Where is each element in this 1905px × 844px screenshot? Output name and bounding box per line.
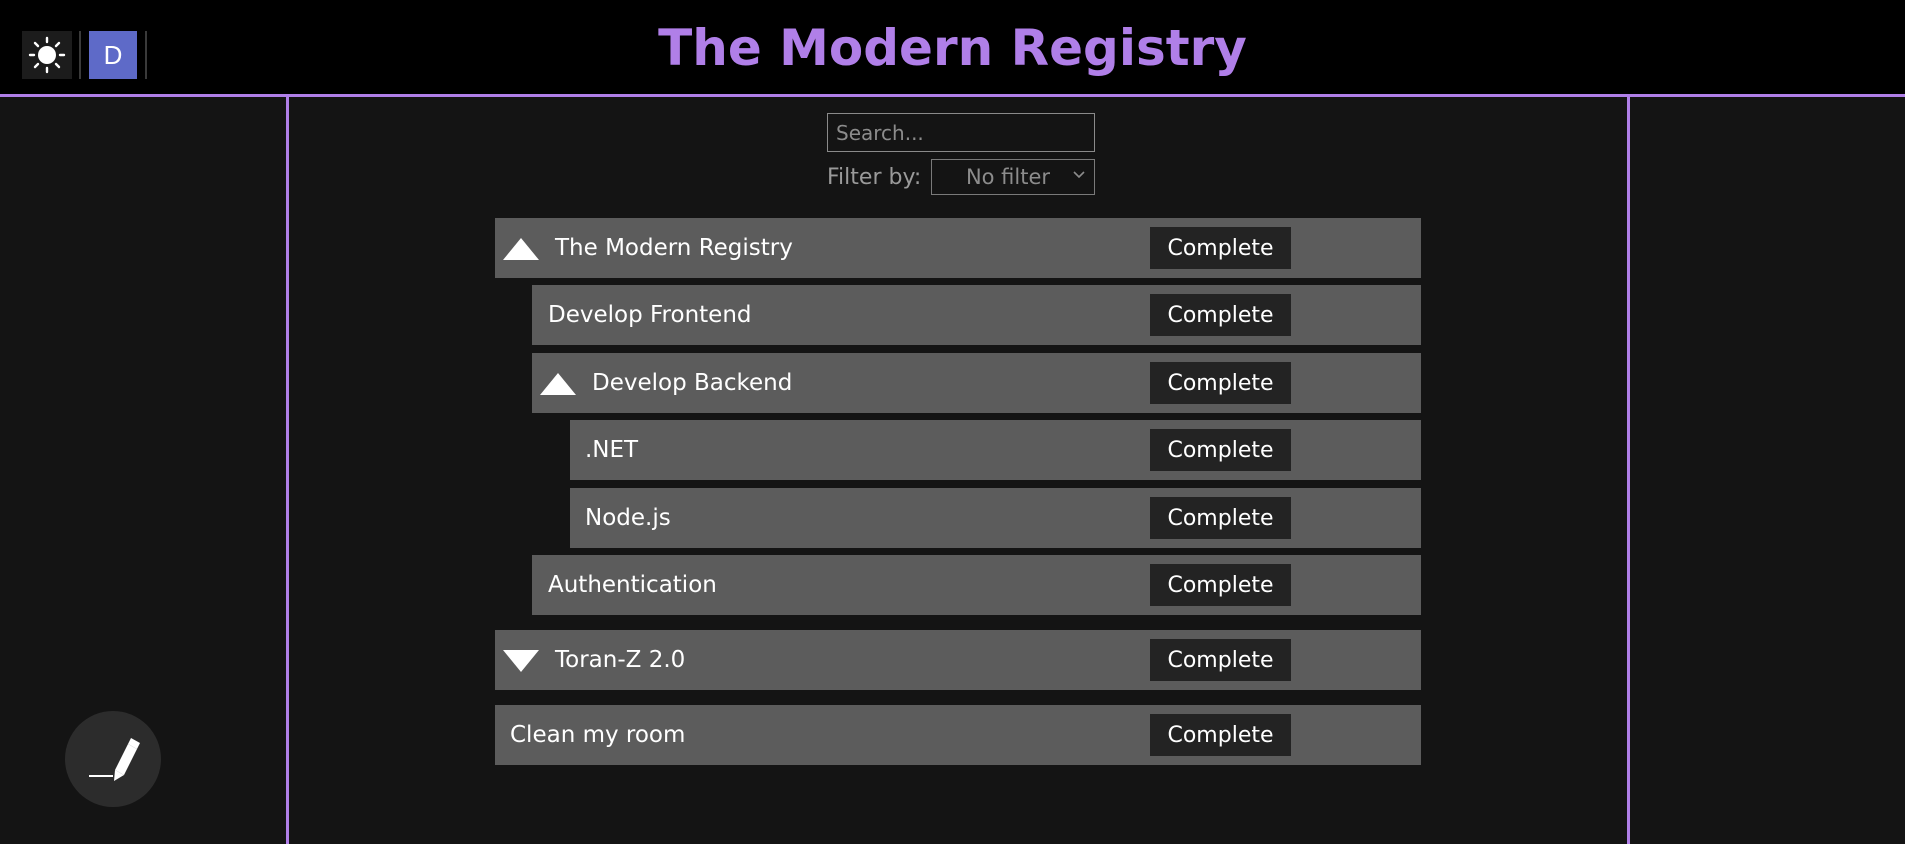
main-panel: Filter by: No filter The Modern Registry… [286, 97, 1630, 844]
task-label: Develop Frontend [548, 302, 752, 328]
task-row: Develop Frontend Complete [532, 285, 1421, 345]
task-label: The Modern Registry [555, 235, 793, 261]
new-task-button[interactable] [65, 711, 161, 807]
expand-arrow-icon[interactable] [503, 648, 539, 672]
page-title: The Modern Registry [658, 19, 1247, 77]
filter-selected-value: No filter [965, 165, 1051, 189]
complete-button[interactable]: Complete [1150, 362, 1291, 404]
pen-icon [89, 738, 140, 781]
app-header: D The Modern Registry [0, 0, 1905, 97]
complete-button[interactable]: Complete [1150, 714, 1291, 756]
task-label: .NET [585, 437, 639, 463]
task-row: Clean my room Complete [495, 705, 1421, 765]
task-row: Node.js Complete [570, 488, 1421, 548]
complete-button[interactable]: Complete [1150, 294, 1291, 336]
task-label: Develop Backend [592, 370, 793, 396]
task-label: Authentication [548, 572, 717, 598]
task-label: Clean my room [510, 722, 686, 748]
complete-button[interactable]: Complete [1150, 497, 1291, 539]
task-row: The Modern Registry Complete [495, 218, 1421, 278]
complete-button[interactable]: Complete [1150, 429, 1291, 471]
filter-select[interactable]: No filter [931, 159, 1095, 195]
task-row: Authentication Complete [532, 555, 1421, 615]
complete-button[interactable]: Complete [1150, 564, 1291, 606]
complete-button[interactable]: Complete [1150, 639, 1291, 681]
filter-label: Filter by: [827, 165, 922, 190]
search-input[interactable] [827, 113, 1095, 152]
chevron-down-icon [1073, 171, 1085, 179]
task-row: Toran-Z 2.0 Complete [495, 630, 1421, 690]
collapse-arrow-icon[interactable] [503, 236, 539, 260]
complete-button[interactable]: Complete [1150, 227, 1291, 269]
task-row: .NET Complete [570, 420, 1421, 480]
collapse-arrow-icon[interactable] [540, 371, 576, 395]
task-label: Node.js [585, 505, 671, 531]
task-row: Develop Backend Complete [532, 353, 1421, 413]
task-label: Toran-Z 2.0 [555, 647, 686, 673]
